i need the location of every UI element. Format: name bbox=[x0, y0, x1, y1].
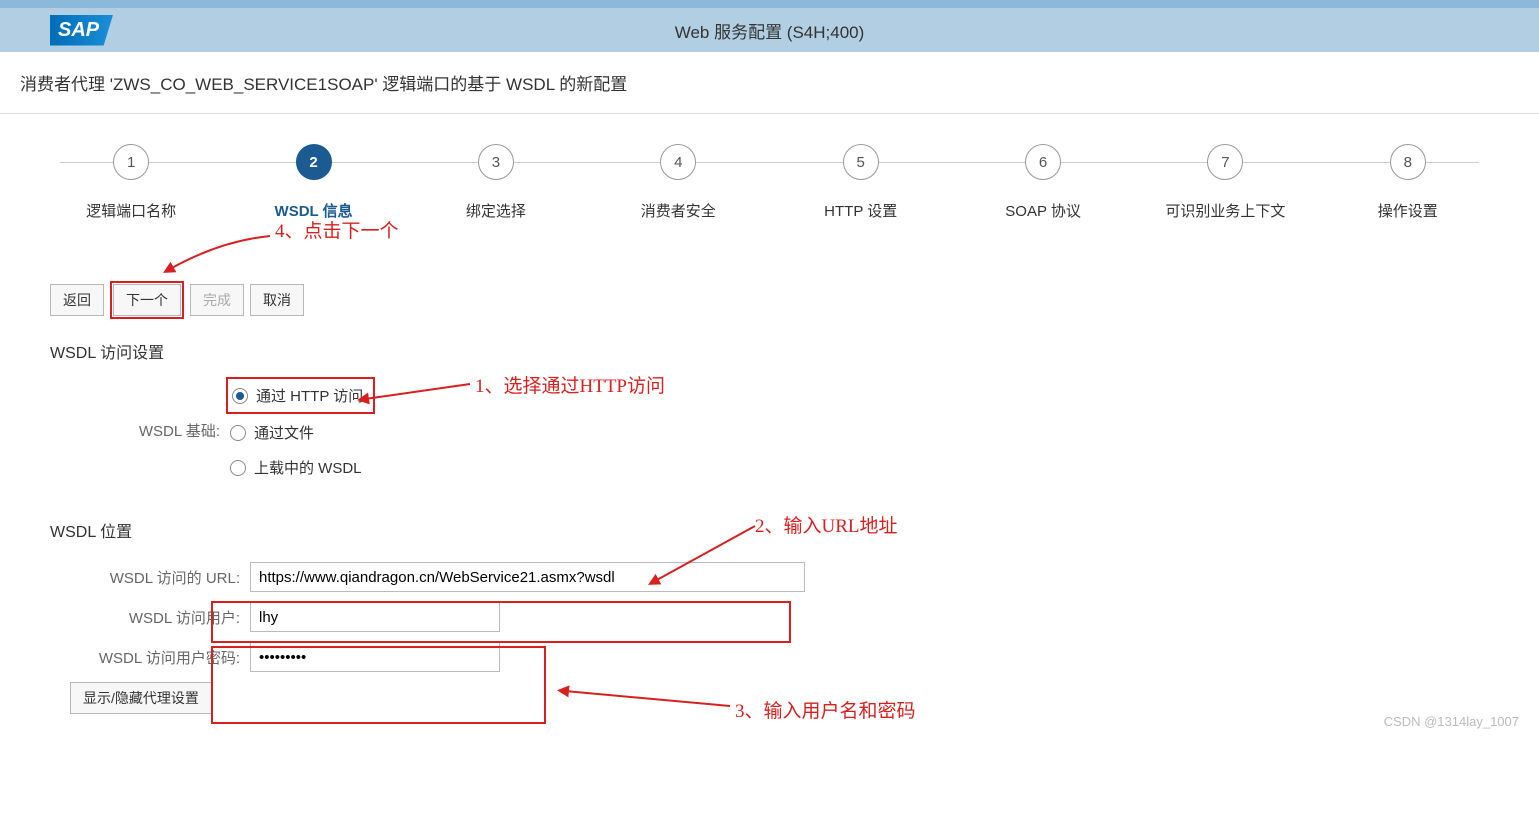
annotation-2: 2、输入URL地址 bbox=[755, 511, 898, 538]
step-7[interactable]: 7可识别业务上下文 bbox=[1134, 144, 1316, 221]
arrow-4-icon bbox=[160, 231, 280, 276]
url-label: WSDL 访问的 URL: bbox=[60, 567, 250, 588]
step-5[interactable]: 5HTTP 设置 bbox=[770, 144, 952, 221]
step-6[interactable]: 6SOAP 协议 bbox=[952, 144, 1134, 221]
watermark: CSDN @1314lay_1007 bbox=[1384, 714, 1519, 729]
back-button[interactable]: 返回 bbox=[50, 284, 104, 316]
radio-icon bbox=[232, 388, 248, 404]
step-1[interactable]: 1逻辑端口名称 bbox=[40, 144, 222, 221]
page-subtitle: 消费者代理 'ZWS_CO_WEB_SERVICE1SOAP' 逻辑端口的基于 … bbox=[0, 52, 1539, 114]
step-3[interactable]: 3绑定选择 bbox=[405, 144, 587, 221]
arrow-1-icon bbox=[355, 376, 475, 406]
arrow-3-icon bbox=[555, 681, 735, 721]
radio-file[interactable]: 通过文件 bbox=[230, 422, 365, 443]
radio-upload[interactable]: 上载中的 WSDL bbox=[230, 457, 365, 478]
finish-button: 完成 bbox=[190, 284, 244, 316]
annotation-3: 3、输入用户名和密码 bbox=[735, 696, 916, 723]
step-2[interactable]: 2WSDL 信息 bbox=[222, 144, 404, 221]
sap-logo: SAP bbox=[50, 15, 113, 46]
annotation-box-url bbox=[211, 601, 791, 643]
annotation-1: 1、选择通过HTTP访问 bbox=[475, 371, 665, 398]
wsdl-access-title: WSDL 访问设置 bbox=[50, 339, 1489, 363]
annotation-box-creds bbox=[211, 646, 546, 724]
next-button[interactable]: 下一个 bbox=[113, 284, 181, 316]
step-8[interactable]: 8操作设置 bbox=[1317, 144, 1499, 221]
radio-http[interactable]: 通过 HTTP 访问 bbox=[232, 385, 363, 406]
radio-icon bbox=[230, 460, 246, 476]
radio-icon bbox=[230, 425, 246, 441]
wsdl-base-label: WSDL 基础: bbox=[70, 420, 230, 441]
arrow-2-icon bbox=[640, 521, 760, 591]
cancel-button[interactable]: 取消 bbox=[250, 284, 304, 316]
app-header: SAP Web 服务配置 (S4H;400) bbox=[0, 8, 1539, 52]
toggle-proxy-button[interactable]: 显示/隐藏代理设置 bbox=[70, 682, 212, 714]
wizard-steps: 1逻辑端口名称 2WSDL 信息 3绑定选择 4消费者安全 5HTTP 设置 6… bbox=[0, 114, 1539, 231]
header-title: Web 服务配置 (S4H;400) bbox=[675, 18, 865, 43]
step-4[interactable]: 4消费者安全 bbox=[587, 144, 769, 221]
